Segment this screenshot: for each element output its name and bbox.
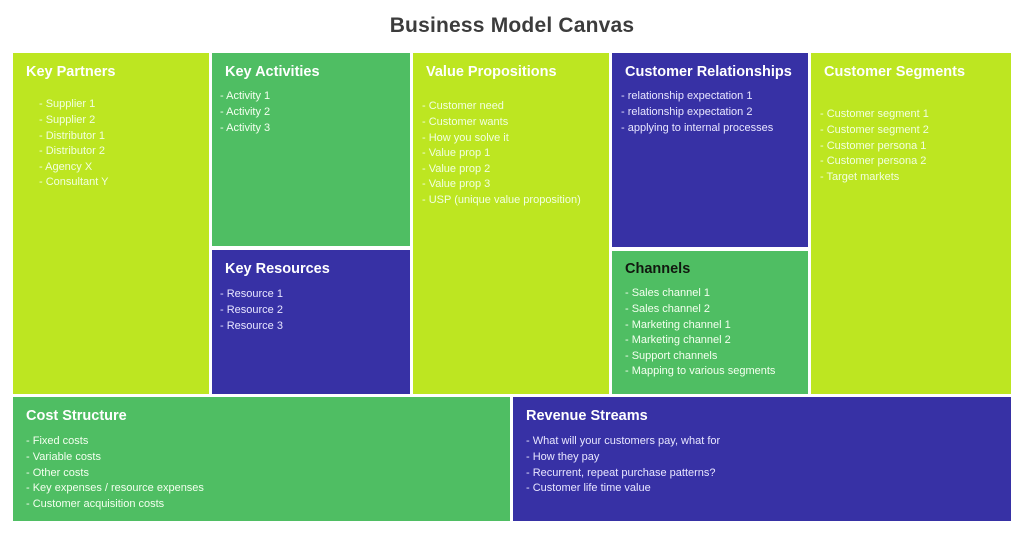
list-item: - USP (unique value proposition) — [422, 193, 581, 206]
block-value-propositions-list: - Customer need - Customer wants - How you… — [422, 99, 609, 208]
list-item: - How they pay — [526, 450, 600, 463]
list-item: - Customer life time value — [526, 482, 651, 495]
list-item: - Activity 3 — [220, 121, 271, 134]
list-item: - Sales channel 2 — [625, 302, 710, 315]
list-item: - Marketing channel 2 — [625, 334, 731, 347]
list-item: - What will your customers pay, what for — [526, 435, 721, 448]
list-item: - Value prop 1 — [422, 147, 491, 160]
block-revenue-streams[interactable]: Revenue Streams - What will your custome… — [513, 397, 1011, 521]
block-customer-relationships[interactable]: Customer Relationships - relationship ex… — [612, 53, 808, 247]
list-item: - Customer persona 2 — [820, 155, 927, 168]
block-value-propositions[interactable]: Value Propositions - Customer need - Cust… — [413, 53, 609, 394]
block-key-partners-heading: Key Partners — [26, 64, 116, 80]
block-channels-heading: Channels — [625, 261, 691, 277]
list-item: - Customer segment 2 — [820, 123, 929, 136]
block-customer-relationships-heading: Customer Relationships — [625, 64, 792, 80]
block-key-partners[interactable]: Key Partners - Supplier 1 - Supplier 2 - D… — [13, 53, 209, 394]
block-customer-segments-heading: Customer Segments — [824, 64, 966, 80]
block-key-activities[interactable]: Key Activities - Activity 1- Activity 2-… — [212, 53, 410, 246]
block-key-activities-heading: Key Activities — [225, 64, 320, 80]
list-item: - Mapping to various segments — [625, 365, 776, 378]
business-model-canvas: Business Model Canvas Key Partners - Sup… — [0, 0, 1024, 536]
list-item: - Marketing channel 1 — [625, 318, 731, 331]
list-item: - Resource 3 — [220, 319, 283, 332]
list-item: - Activity 2 — [220, 105, 271, 118]
block-revenue-streams-heading: Revenue Streams — [526, 408, 648, 424]
list-item: - Sales channel 1 — [625, 287, 710, 300]
list-item: - Activity 1 — [220, 90, 271, 103]
list-item: - How you solve it — [422, 131, 509, 144]
list-item: - Customer wants — [422, 115, 509, 128]
list-item: - Supplier 1 — [39, 98, 96, 111]
block-cost-structure-heading: Cost Structure — [26, 408, 127, 424]
list-item: - Distributor 1 — [39, 129, 106, 142]
block-key-resources-heading: Key Resources — [225, 261, 330, 277]
block-customer-segments-list: - Customer segment 1 - Customer segment 2… — [820, 107, 1011, 185]
list-item: - Resource 1 — [220, 288, 283, 301]
list-item: - Key expenses / resource expenses — [26, 482, 204, 495]
block-customer-segments[interactable]: Customer Segments - Customer segment 1- … — [811, 53, 1011, 394]
list-item: - Recurrent, repeat purchase patterns? — [526, 466, 716, 479]
list-item: - Consultant Y — [39, 176, 109, 189]
block-value-propositions-heading: Value Propositions — [426, 64, 557, 80]
list-item: - relationship expectation 2 — [621, 105, 753, 118]
page-title: Business Model Canvas — [389, 14, 635, 37]
block-revenue-streams-list: - What will your customers pay, what for… — [526, 434, 1011, 496]
block-channels-list: - Sales channel 1 - Sales channel 2 - Mark… — [625, 286, 808, 380]
list-item: - Target markets — [820, 170, 900, 183]
list-item: - Fixed costs — [26, 435, 89, 448]
list-item: - Customer persona 1 — [820, 139, 927, 152]
list-item: - relationship expectation 1 — [621, 90, 753, 103]
list-item: - Supplier 2 — [39, 113, 96, 126]
list-item: - Variable costs — [26, 450, 101, 463]
list-item: - applying to internal processes — [621, 121, 774, 134]
list-item: - Agency X — [39, 160, 93, 173]
list-item: - Customer need — [422, 100, 504, 113]
list-item: - Other costs — [26, 466, 89, 479]
block-customer-relationships-list: - relationship expectation 1 - relationsh… — [621, 89, 808, 136]
list-item: - Customer segment 1 — [820, 108, 929, 121]
list-item: - Distributor 2 — [39, 145, 106, 158]
block-key-resources[interactable]: Key Resources - Resource 1- Resource 2- … — [212, 250, 410, 394]
list-item: - Value prop 3 — [422, 178, 491, 191]
block-key-partners-list: - Supplier 1 - Supplier 2 - Distributor 1 -… — [39, 97, 209, 191]
list-item: - Support channels — [625, 349, 718, 362]
list-item: - Value prop 2 — [422, 162, 491, 175]
block-cost-structure-list: - Fixed costs - Variable costs - Other cos… — [26, 434, 510, 512]
list-item: - Resource 2 — [220, 303, 283, 316]
block-key-resources-list: - Resource 1 - Resource 2 - Resource 3 — [220, 287, 410, 334]
block-key-activities-list: - Activity 1 - Activity 2 - Activity 3 — [220, 89, 410, 136]
block-cost-structure[interactable]: Cost Structure - Fixed costs - Variable c… — [13, 397, 510, 521]
block-channels[interactable]: Channels - Sales channel 1- Sales channe… — [612, 251, 808, 394]
list-item: - Customer acquisition costs — [26, 497, 165, 510]
